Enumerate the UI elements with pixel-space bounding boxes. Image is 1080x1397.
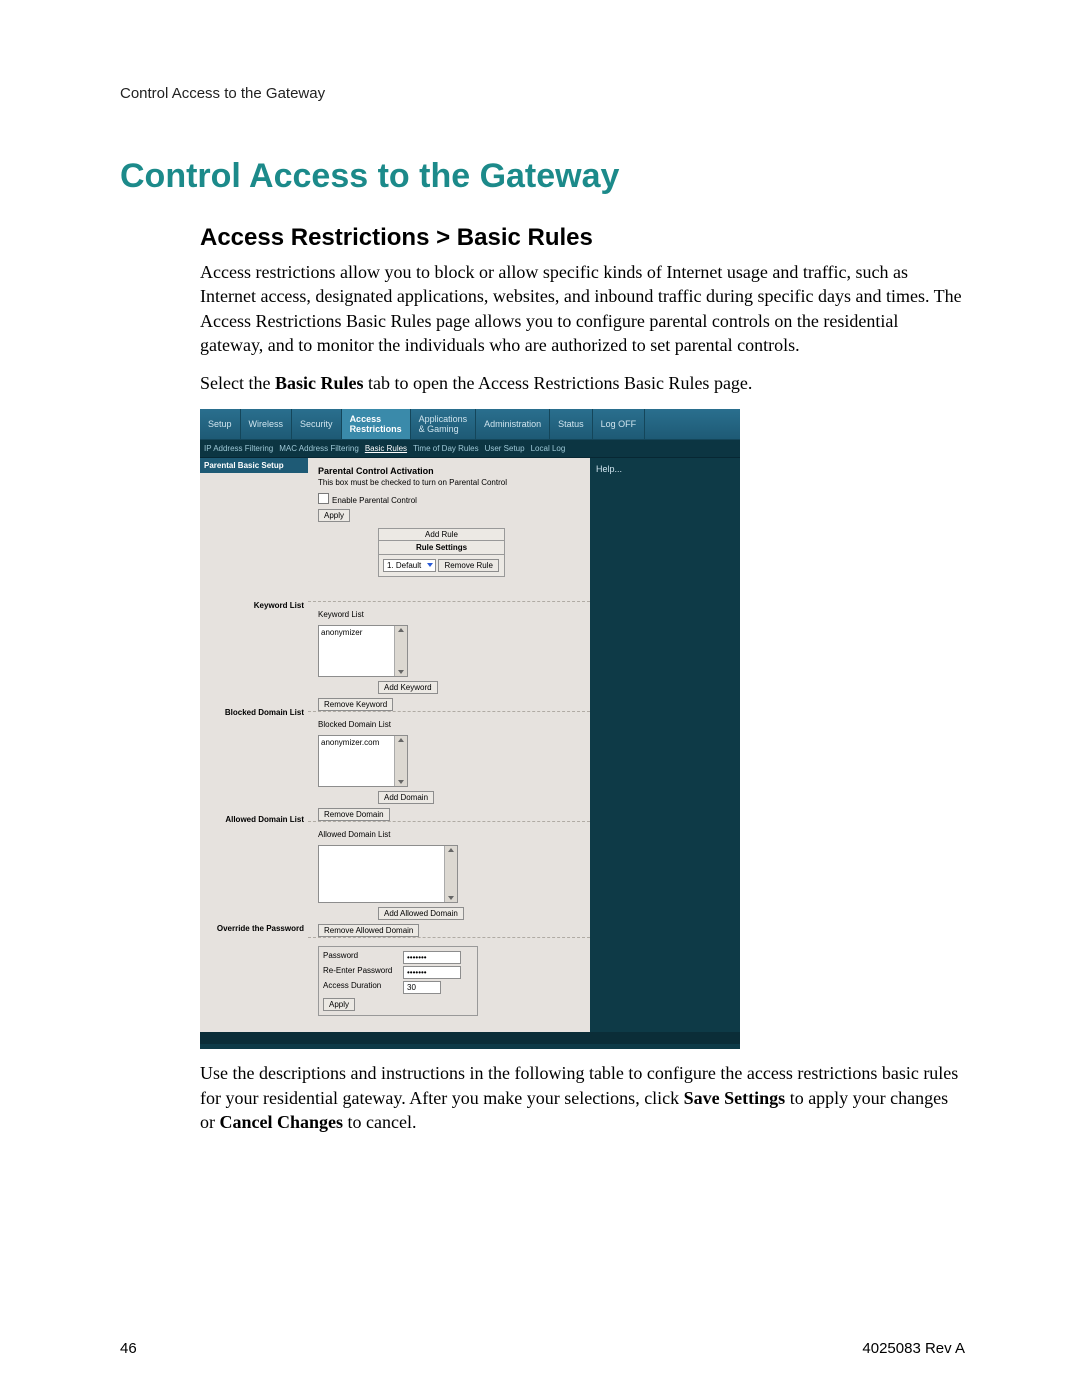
pw-label-1: Password xyxy=(323,951,403,964)
pw-apply-button[interactable]: Apply xyxy=(323,998,355,1011)
scrollbar[interactable] xyxy=(444,846,457,902)
section-parental-control: Parental Control Activation This box mus… xyxy=(308,458,590,602)
nav-administration[interactable]: Administration xyxy=(476,409,550,439)
para3-d: Cancel Changes xyxy=(220,1112,344,1132)
left-strip-title: Parental Basic Setup xyxy=(200,458,308,473)
page-number: 46 xyxy=(120,1340,137,1357)
allowed-domain-listbox[interactable] xyxy=(318,845,458,903)
subnav-mac-filtering[interactable]: MAC Address Filtering xyxy=(279,444,359,453)
nav-wireless[interactable]: Wireless xyxy=(241,409,293,439)
pw-label-2: Re-Enter Password xyxy=(323,966,403,979)
password-input[interactable]: ••••••• xyxy=(403,951,461,964)
ui-main-area: Parental Basic Setup Keyword List Blocke… xyxy=(200,458,740,1044)
nav-logoff[interactable]: Log OFF xyxy=(593,409,646,439)
ui-left-column: Parental Basic Setup Keyword List Blocke… xyxy=(200,458,308,1044)
nav-security[interactable]: Security xyxy=(292,409,342,439)
blocked-domain-item: anonymizer.com xyxy=(321,738,379,747)
ui-middle-column: Parental Control Activation This box mus… xyxy=(308,458,591,1044)
running-head: Control Access to the Gateway xyxy=(120,85,965,102)
ui-help-column: Help... xyxy=(590,458,740,1044)
section-override-password: Password••••••• Re-Enter Password•••••••… xyxy=(308,938,590,1024)
keyword-listbox[interactable]: anonymizer xyxy=(318,625,408,677)
password-box: Password••••••• Re-Enter Password•••••••… xyxy=(318,946,478,1016)
rule-settings-title: Rule Settings xyxy=(379,541,504,555)
keyword-item: anonymizer xyxy=(321,628,362,637)
remove-rule-button[interactable]: Remove Rule xyxy=(438,559,498,572)
para2-a: Select the xyxy=(200,373,275,393)
pc-activation-note: This box must be checked to turn on Pare… xyxy=(318,478,580,487)
pc-enable-row: Enable Parental Control xyxy=(318,493,580,505)
nav-applications-gaming[interactable]: Applications & Gaming xyxy=(411,409,477,439)
main-nav: Setup Wireless Security Access Restricti… xyxy=(200,409,740,440)
scrollbar[interactable] xyxy=(394,736,407,786)
remove-domain-button[interactable]: Remove Domain xyxy=(318,808,390,821)
section-allowed-domain: Allowed Domain List Add Allowed Domain R… xyxy=(308,822,590,938)
section-heading: Access Restrictions > Basic Rules xyxy=(200,224,965,252)
subnav-basic-rules[interactable]: Basic Rules xyxy=(365,444,407,453)
scrollbar[interactable] xyxy=(394,626,407,676)
remove-keyword-button[interactable]: Remove Keyword xyxy=(318,698,393,711)
remove-allowed-domain-button[interactable]: Remove Allowed Domain xyxy=(318,924,419,937)
instruction-paragraph: Select the Basic Rules tab to open the A… xyxy=(200,371,965,395)
pc-checkbox-label: Enable Parental Control xyxy=(332,496,417,505)
pc-apply-button[interactable]: Apply xyxy=(318,509,350,522)
help-link[interactable]: Help... xyxy=(596,464,622,474)
nav-status[interactable]: Status xyxy=(550,409,593,439)
blocked-domain-listbox[interactable]: anonymizer.com xyxy=(318,735,408,787)
intro-paragraph: Access restrictions allow you to block o… xyxy=(200,260,965,357)
pc-activation-title: Parental Control Activation xyxy=(318,466,580,476)
label-blocked-domain: Blocked Domain List xyxy=(200,708,308,717)
doc-id: 4025083 Rev A xyxy=(862,1340,965,1357)
bd-label: Blocked Domain List xyxy=(318,720,580,729)
subnav-local-log[interactable]: Local Log xyxy=(531,444,566,453)
pw-label-3: Access Duration xyxy=(323,981,403,994)
reenter-password-input[interactable]: ••••••• xyxy=(403,966,461,979)
router-ui-screenshot: Setup Wireless Security Access Restricti… xyxy=(200,409,740,1049)
para2-bold: Basic Rules xyxy=(275,373,364,393)
rule-box: Add Rule Rule Settings 1. Default Remove… xyxy=(378,528,505,577)
subnav-user-setup[interactable]: User Setup xyxy=(485,444,525,453)
document-page: Control Access to the Gateway Control Ac… xyxy=(0,0,1080,1397)
content-block: Access Restrictions > Basic Rules Access… xyxy=(200,224,965,1134)
nav-access-restrictions[interactable]: Access Restrictions xyxy=(342,409,411,439)
para2-c: tab to open the Access Restrictions Basi… xyxy=(364,373,753,393)
page-footer: 46 4025083 Rev A xyxy=(120,1340,965,1357)
subnav-time-of-day[interactable]: Time of Day Rules xyxy=(413,444,479,453)
label-override-password: Override the Password xyxy=(200,924,308,933)
add-domain-button[interactable]: Add Domain xyxy=(378,791,434,804)
label-keyword-list: Keyword List xyxy=(200,601,308,610)
add-allowed-domain-button[interactable]: Add Allowed Domain xyxy=(378,907,464,920)
add-keyword-button[interactable]: Add Keyword xyxy=(378,681,438,694)
kw-label: Keyword List xyxy=(318,610,580,619)
label-allowed-domain: Allowed Domain List xyxy=(200,815,308,824)
sub-nav: IP Address Filtering MAC Address Filteri… xyxy=(200,440,740,458)
add-rule-button[interactable]: Add Rule xyxy=(379,529,504,541)
page-title: Control Access to the Gateway xyxy=(120,157,965,196)
closing-paragraph: Use the descriptions and instructions in… xyxy=(200,1061,965,1134)
section-blocked-domain: Blocked Domain List anonymizer.com Add D… xyxy=(308,712,590,822)
rule-select[interactable]: 1. Default xyxy=(383,559,436,572)
subnav-ip-filtering[interactable]: IP Address Filtering xyxy=(204,444,273,453)
section-keyword-list: Keyword List anonymizer Add Keyword Remo… xyxy=(308,602,590,712)
ui-bottom-bar xyxy=(200,1032,740,1044)
para3-e: to cancel. xyxy=(343,1112,416,1132)
enable-parental-control-checkbox[interactable] xyxy=(318,493,329,504)
ad-label: Allowed Domain List xyxy=(318,830,580,839)
para3-b: Save Settings xyxy=(684,1088,786,1108)
access-duration-input[interactable]: 30 xyxy=(403,981,441,994)
nav-setup[interactable]: Setup xyxy=(200,409,241,439)
rule-body: 1. Default Remove Rule xyxy=(379,555,504,576)
